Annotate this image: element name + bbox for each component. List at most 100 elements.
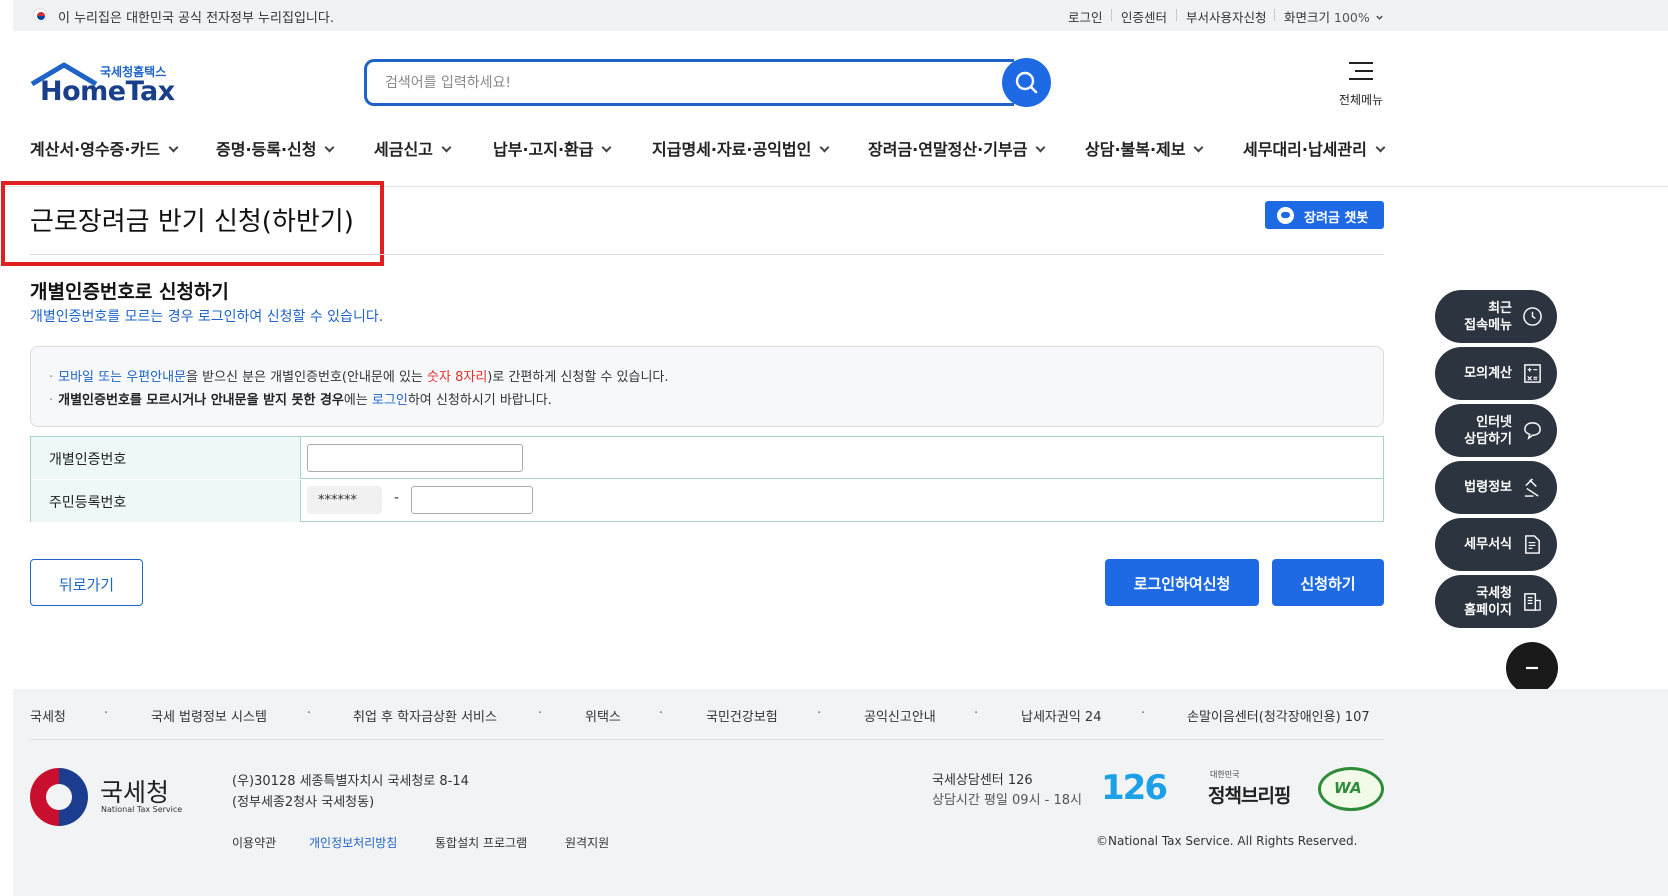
notice-box: · 모바일 또는 우편안내문을 받으신 분은 개별인증번호(안내문에 있는 숫자 … (30, 346, 1384, 427)
nav-label: 세무대리·납세관리 (1243, 140, 1367, 159)
collapse-quick-menu-button[interactable] (1506, 642, 1558, 694)
footer-link[interactable]: 위택스 (585, 706, 621, 725)
footer-separator-dot: · (1141, 706, 1146, 721)
nav-label: 납부·고지·환급 (493, 140, 594, 159)
nav-item-incentive[interactable]: 장려금·연말정산·기부금 (868, 136, 1046, 160)
apply-button[interactable]: 신청하기 (1272, 559, 1384, 606)
rrn-front-masked: ****** (307, 486, 382, 514)
nav-item-consult[interactable]: 상담·불복·제보 (1085, 136, 1204, 160)
zoom-value: 100% (1334, 10, 1370, 25)
logo-text: HomeTax (40, 76, 175, 107)
footer-separator-dot: · (307, 706, 312, 721)
login-link[interactable]: 로그인 (1068, 7, 1103, 26)
notice-line-2: · 개별인증번호를 모르시거나 안내문을 받지 못한 경우에는 로그인하여 신청하… (49, 393, 552, 408)
search-input[interactable] (385, 71, 985, 95)
footer-link[interactable]: 국세 법령정보 시스템 (151, 706, 267, 725)
notice-highlight: 모바일 또는 우편안내문 (58, 370, 187, 385)
nts-name: 국세청 (100, 778, 170, 807)
footer-separator-dot: · (659, 706, 664, 721)
nav-item-statement[interactable]: 지급명세·자료·공익법인 (652, 136, 830, 160)
footer-link[interactable]: 납세자권익 24 (1021, 706, 1101, 725)
nts-english-name: National Tax Service (101, 805, 183, 814)
chatbot-button-label: 장려금 챗봇 (1304, 211, 1369, 226)
chatbot-icon (1277, 207, 1294, 224)
divider (30, 739, 1384, 740)
notice-line-1: · 모바일 또는 우편안내문을 받으신 분은 개별인증번호(안내문에 있는 숫자 … (49, 370, 669, 385)
divider (30, 254, 1384, 255)
main-nav: 계산서·영수증·카드 증명·등록·신청 세금신고 납부·고지·환급 지급명세·자… (0, 132, 1668, 172)
notice-text: 하여 신청하시기 바랍니다. (407, 393, 552, 408)
nav-label: 지급명세·자료·공익법인 (652, 140, 812, 159)
footer-link[interactable]: 손말이음센터(청각장애인용) 107 (1187, 706, 1370, 725)
nav-label: 상담·불복·제보 (1085, 140, 1186, 159)
footer-bottom-link[interactable]: 이용약관 (232, 834, 276, 851)
nts-emblem-logo (30, 768, 88, 826)
dept-user-link[interactable]: 부서사용자신청 (1186, 7, 1267, 26)
chevron-down-icon (1375, 142, 1386, 153)
zoom-label: 화면크기 (1284, 10, 1331, 25)
notice-text: )로 간편하게 신청할 수 있습니다. (487, 370, 669, 385)
cert-center-link[interactable]: 인증센터 (1121, 7, 1167, 26)
quick-recent-menu[interactable]: 최근 접속메뉴 (1435, 290, 1557, 343)
nav-item-tax-report[interactable]: 세금신고 (374, 136, 452, 160)
login-apply-button[interactable]: 로그인하여신청 (1105, 559, 1259, 606)
section-subtitle: 개별인증번호를 모르는 경우 로그인하여 신청할 수 있습니다. (30, 309, 384, 325)
footer-separator-dot: · (817, 706, 822, 721)
footer-bottom-link[interactable]: 개인정보처리방침 (309, 834, 397, 851)
notice-emphasis: 개별인증번호를 모르시거나 안내문을 받지 못한 경우 (58, 393, 344, 408)
quick-online-consult[interactable]: 인터넷 상담하기 (1435, 404, 1557, 457)
nav-item-tax-agent[interactable]: 세무대리·납세관리 (1243, 136, 1386, 160)
nav-item-invoice[interactable]: 계산서·영수증·카드 (30, 136, 179, 160)
gov-banner: 이 누리집은 대한민국 공식 전자정부 누리집입니다. (13, 0, 1668, 31)
rrn-dash: - (394, 490, 400, 506)
footer-bottom-link[interactable]: 원격지원 (565, 834, 609, 851)
zoom-control[interactable]: 화면크기 100% (1284, 7, 1384, 26)
quick-label: 법령정보 (1464, 480, 1512, 495)
chevron-down-icon (1194, 142, 1204, 153)
quick-tax-forms[interactable]: 세무서식 (1435, 518, 1557, 571)
nav-item-payment[interactable]: 납부·고지·환급 (493, 136, 612, 160)
quick-label: 세무서식 (1464, 537, 1512, 552)
quick-nts-homepage[interactable]: 국세청 홈페이지 (1435, 575, 1557, 628)
form-row: 개별인증번호 (31, 437, 1383, 479)
minus-icon (1526, 666, 1538, 670)
footer-address-building: (정부세종2청사 국세청동) (232, 795, 375, 810)
chevron-down-icon (1376, 15, 1383, 20)
search-button[interactable] (1002, 58, 1051, 107)
copyright: ©National Tax Service. All Rights Reserv… (1096, 834, 1358, 848)
back-button[interactable]: 뒤로가기 (30, 559, 143, 606)
clock-icon (1523, 307, 1542, 326)
hometax-logo[interactable]: 국세청홈택스 HomeTax (30, 60, 175, 107)
logo-126[interactable]: 126 (1101, 768, 1178, 808)
quick-label: 모의계산 (1464, 366, 1512, 381)
briefing-logo-caption: 대한민국 (1210, 770, 1240, 779)
rrn-back-input[interactable] (411, 486, 533, 514)
quick-label: 인터넷 상담하기 (1464, 414, 1512, 447)
footer-link[interactable]: 국세청 (30, 706, 66, 725)
chevron-down-icon (602, 142, 612, 153)
quick-label: 최근 접속메뉴 (1464, 300, 1512, 333)
chevron-down-icon (441, 142, 452, 153)
hamburger-icon (1349, 60, 1373, 82)
auth-number-input[interactable] (307, 444, 523, 472)
quick-simulation[interactable]: 모의계산 (1435, 347, 1557, 400)
footer-bottom-link[interactable]: 통합설치 프로그램 (435, 834, 527, 851)
chevron-down-icon (1035, 142, 1046, 153)
divider (1111, 9, 1112, 21)
footer-link[interactable]: 공익신고안내 (864, 706, 936, 725)
nav-item-certificate[interactable]: 증명·등록·신청 (216, 136, 335, 160)
policy-briefing-logo[interactable]: 정책브리핑 (1208, 781, 1291, 808)
notice-text: 에는 (343, 393, 372, 408)
korea-flag-icon (33, 8, 47, 22)
footer-separator-dot: · (104, 706, 109, 721)
nav-label: 장려금·연말정산·기부금 (868, 140, 1028, 159)
quick-law-info[interactable]: 법령정보 (1435, 461, 1557, 514)
nav-label: 증명·등록·신청 (216, 140, 317, 159)
footer-link[interactable]: 취업 후 학자금상환 서비스 (353, 706, 497, 725)
notice-login-link[interactable]: 로그인 (372, 393, 408, 408)
page: 이 누리집은 대한민국 공식 전자정부 누리집입니다. 로그인 인증센터 부서사… (0, 0, 1668, 896)
calculator-icon (1524, 364, 1541, 383)
incentive-chatbot-button[interactable]: 장려금 챗봇 (1265, 201, 1384, 229)
all-menu-button[interactable]: 전체메뉴 (1335, 58, 1385, 108)
footer-link[interactable]: 국민건강보험 (706, 706, 778, 725)
